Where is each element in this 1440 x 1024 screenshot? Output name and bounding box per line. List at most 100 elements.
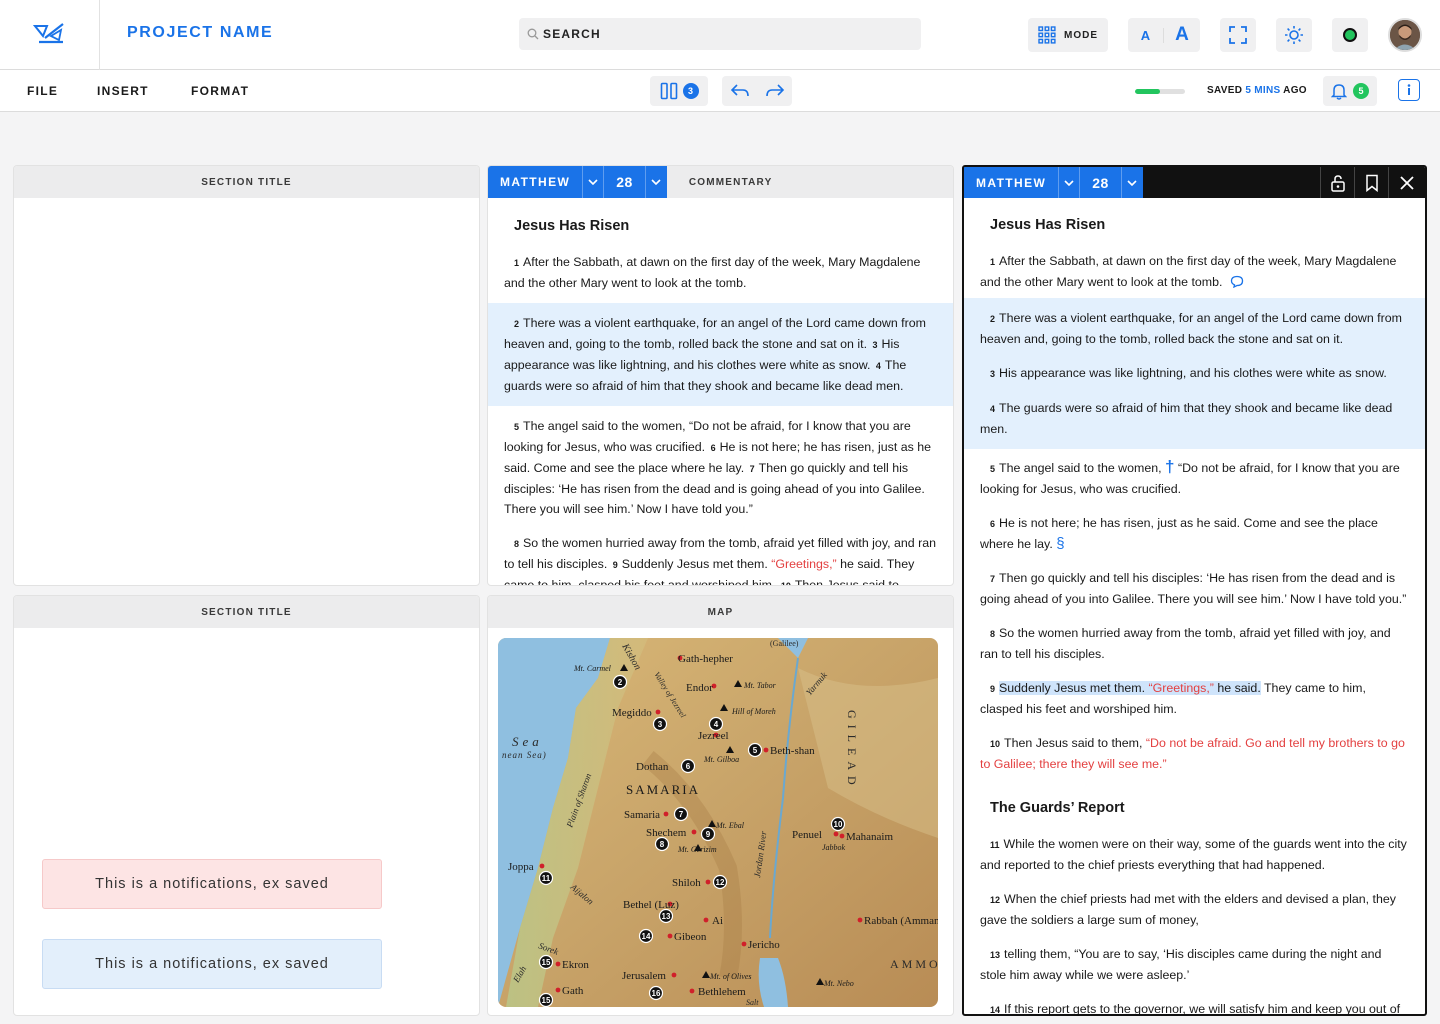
map-place-label: Penuel xyxy=(792,829,822,841)
book-name[interactable]: MATTHEW xyxy=(964,167,1058,199)
app-logo[interactable] xyxy=(0,0,100,70)
book-name[interactable]: MATTHEW xyxy=(488,166,582,198)
selected-text[interactable]: Suddenly Jesus met them. “Greetings,” he… xyxy=(999,681,1261,695)
verse-block[interactable]: 7 Then go quickly and tell his disciples:… xyxy=(964,564,1425,619)
reader-header: MATTHEW 28 COMMENTARY xyxy=(488,166,953,198)
chevron-down-icon xyxy=(651,179,661,185)
section-note-icon[interactable]: § xyxy=(1056,535,1064,552)
font-smaller-button[interactable]: A xyxy=(1128,27,1164,43)
avatar[interactable] xyxy=(1388,18,1422,52)
chapter-number[interactable]: 28 xyxy=(1080,167,1121,199)
verse-block-highlighted[interactable]: 2 There was a violent earthquake, for an … xyxy=(488,303,953,406)
redo-button[interactable] xyxy=(757,83,792,99)
columns-button[interactable]: 3 xyxy=(650,76,708,106)
verse-block[interactable]: 5 The angel said to the women, “Do not be… xyxy=(488,406,953,529)
fullscreen-icon xyxy=(1229,26,1247,44)
book-dropdown[interactable] xyxy=(1058,167,1081,199)
verse-block[interactable]: 9 Suddenly Jesus met them. “Greetings,” h… xyxy=(964,674,1425,729)
search-input[interactable]: SEARCH xyxy=(543,27,601,41)
map-number-label: 7 xyxy=(679,810,684,819)
undo-redo-group xyxy=(722,76,792,106)
search-icon xyxy=(527,28,539,40)
theme-button[interactable] xyxy=(1276,18,1312,52)
verse-block-highlighted[interactable]: 2 There was a violent earthquake, for an … xyxy=(964,298,1425,449)
verse-block[interactable]: 12 When the chief priests had met with th… xyxy=(964,885,1425,940)
verse-block[interactable]: 13 telling them, “You are to say, ‘His di… xyxy=(964,940,1425,995)
cross-reference-icon[interactable]: † xyxy=(1165,457,1174,476)
undo-button[interactable] xyxy=(722,83,757,99)
verse-block[interactable]: 8 So the women hurried away from the tomb… xyxy=(488,529,953,586)
info-button[interactable] xyxy=(1398,79,1420,101)
map-number-label: 6 xyxy=(686,762,691,771)
chapter-number[interactable]: 28 xyxy=(604,166,645,198)
map-place-label: Mt. Nebo xyxy=(823,979,854,988)
bookmark-button[interactable] xyxy=(1354,167,1388,198)
chapter-dropdown[interactable] xyxy=(1120,167,1143,199)
project-name[interactable]: PROJECT NAME xyxy=(127,24,273,42)
menu-insert[interactable]: INSERT xyxy=(97,84,149,98)
notifications-button[interactable]: 5 xyxy=(1323,76,1377,106)
map-location-dot[interactable] xyxy=(539,863,545,869)
status-button[interactable] xyxy=(1332,18,1368,52)
verse-block[interactable]: 14 If this report gets to the governor, w… xyxy=(964,995,1425,1014)
map-location-dot[interactable] xyxy=(555,987,561,993)
passage-heading: Jesus Has Risen xyxy=(514,218,630,234)
map-place-label: Bethlehem xyxy=(698,986,746,998)
map-location-dot[interactable] xyxy=(703,917,709,923)
verse-text: The angel said to the women, xyxy=(999,461,1162,475)
top-header: PROJECT NAME SEARCH MODE A A xyxy=(0,0,1440,70)
map-illustration[interactable]: 2 3 4 5 6 7 9 8 10 11 12 13 14 15 15 16 Gath-hepher Mt. … xyxy=(498,638,938,1007)
map-location-dot[interactable] xyxy=(691,829,697,835)
font-larger-button[interactable]: A xyxy=(1164,24,1200,46)
menu-format[interactable]: FORMAT xyxy=(191,84,249,98)
map-place-label: Endor xyxy=(686,682,713,694)
verse-block[interactable]: 1 After the Sabbath, at dawn on the first… xyxy=(488,248,953,303)
undo-icon xyxy=(730,84,749,97)
map-location-dot[interactable] xyxy=(833,831,839,837)
map-location-dot[interactable] xyxy=(839,833,845,839)
map-place-label: Mt. of Olives xyxy=(709,972,752,981)
map-place-label: Mt. Carmel xyxy=(573,664,612,673)
save-status: SAVED 5 MINS AGO xyxy=(1207,85,1307,96)
map-location-dot[interactable] xyxy=(763,747,769,753)
section-title: SECTION TITLE xyxy=(14,166,479,198)
verse-text: Suddenly Jesus met them. xyxy=(999,681,1146,695)
map-location-dot[interactable] xyxy=(705,879,711,885)
map-place-label: Gibeon xyxy=(674,931,707,943)
verse-text: Then go quickly and tell his disciples: … xyxy=(980,571,1407,606)
chapter-dropdown[interactable] xyxy=(644,166,667,198)
redo-icon xyxy=(765,84,784,97)
verse-block[interactable]: 6 He is not here; he has risen, just as h… xyxy=(964,509,1425,564)
map-location-dot[interactable] xyxy=(689,988,695,994)
map-location-dot[interactable] xyxy=(671,972,677,978)
red-letter-text: “Greetings,” xyxy=(771,557,837,571)
map-location-dot[interactable] xyxy=(741,941,747,947)
verse-block[interactable]: 10 Then Jesus said to them, “Do not be af… xyxy=(964,729,1425,784)
map-location-dot[interactable] xyxy=(663,811,669,817)
verse-block[interactable]: 5 The angel said to the women, † “Do not … xyxy=(964,449,1425,509)
map-location-dot[interactable] xyxy=(667,933,673,939)
search-bar[interactable]: SEARCH xyxy=(519,18,921,50)
map-location-dot[interactable] xyxy=(655,709,661,715)
verse-block[interactable]: 1 After the Sabbath, at dawn on the first… xyxy=(964,247,1425,298)
close-button[interactable] xyxy=(1388,167,1425,198)
book-dropdown[interactable] xyxy=(582,166,605,198)
comment-icon[interactable] xyxy=(1230,275,1244,289)
verse-text: telling them, “You are to say, ‘His disc… xyxy=(980,947,1382,982)
status-dot-icon xyxy=(1343,28,1357,42)
verse-block[interactable]: 8 So the women hurried away from the tomb… xyxy=(964,619,1425,674)
verse-text: He is not here; he has risen, just as he… xyxy=(980,516,1378,551)
fullscreen-button[interactable] xyxy=(1220,18,1256,52)
mode-button[interactable]: MODE xyxy=(1028,18,1108,52)
verse-text: Then Jesus said to xyxy=(794,578,899,586)
map-number-label: 2 xyxy=(618,678,623,687)
map-location-dot[interactable] xyxy=(857,917,863,923)
verse-text: After the Sabbath, at dawn on the first … xyxy=(980,254,1397,289)
unlock-button[interactable] xyxy=(1320,167,1354,198)
map-view[interactable]: 2 3 4 5 6 7 9 8 10 11 12 13 14 15 15 16 Gath-hepher Mt. … xyxy=(498,638,938,1007)
commentary-tab[interactable]: COMMENTARY xyxy=(689,177,773,188)
map-number-label: 15 xyxy=(542,958,551,967)
map-location-dot[interactable] xyxy=(555,961,561,967)
verse-block[interactable]: 11 While the women were on their way, som… xyxy=(964,830,1425,885)
menu-file[interactable]: FILE xyxy=(27,84,58,98)
